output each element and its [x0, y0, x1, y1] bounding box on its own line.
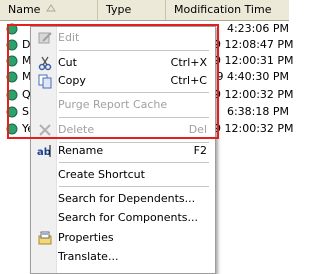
delete-x-icon — [39, 124, 51, 136]
rename-icon: ab — [37, 145, 51, 158]
menu-separator — [59, 117, 209, 118]
menu-item-delete[interactable]: Delete Del — [31, 119, 215, 141]
menu-item-translate[interactable]: Translate... — [31, 246, 215, 268]
menu-item-label: Copy — [58, 74, 86, 87]
menu-item-label: Edit — [58, 31, 80, 44]
list-item-time: 9 12:00:31 PM — [214, 54, 294, 67]
menu-item-label: Purge Report Cache — [58, 98, 168, 111]
report-object-icon — [6, 39, 18, 51]
context-menu: Edit Cut Ctrl+X Copy Ctrl+C Purge Report… — [30, 26, 216, 274]
report-object-icon — [6, 23, 18, 35]
svg-text:ab: ab — [37, 147, 51, 158]
menu-item-copy[interactable]: Copy Ctrl+C — [31, 70, 215, 92]
list-item-time: 9 4:40:30 PM — [216, 70, 289, 83]
edit-icon — [38, 32, 52, 44]
copy-icon — [38, 74, 52, 89]
menu-item-rename[interactable]: ab Rename F2 — [31, 140, 215, 162]
list-item-time: 9 12:00:32 PM — [214, 122, 294, 135]
list-item-time: 4:23:06 PM — [226, 22, 289, 35]
report-object-icon — [6, 106, 18, 118]
menu-separator — [59, 92, 209, 93]
menu-item-create-shortcut[interactable]: Create Shortcut — [31, 164, 215, 186]
menu-item-label: Create Shortcut — [58, 168, 145, 181]
column-header-modification-time[interactable]: Modification Time — [166, 0, 289, 20]
menu-item-label: Delete — [58, 123, 95, 136]
menu-item-edit[interactable]: Edit — [31, 27, 215, 49]
menu-item-search-for-components[interactable]: Search for Components... — [31, 207, 215, 229]
scissors-icon — [38, 56, 52, 71]
menu-separator — [59, 50, 209, 51]
properties-icon — [38, 231, 52, 245]
list-item-time: 9 12:00:32 PM — [214, 88, 294, 101]
menu-item-shortcut: Del — [188, 123, 207, 136]
report-object-icon — [6, 123, 18, 135]
menu-item-shortcut: Ctrl+C — [170, 74, 207, 87]
menu-item-label: Translate... — [58, 250, 119, 263]
column-header-type-label: Type — [106, 3, 132, 16]
column-header-name[interactable]: Name — [0, 0, 98, 20]
menu-item-shortcut: F2 — [193, 144, 207, 157]
menu-separator — [59, 162, 209, 163]
report-object-icon — [6, 89, 18, 101]
list-item-time: 9 12:08:47 PM — [214, 38, 294, 51]
menu-item-label: Search for Components... — [58, 211, 198, 224]
menu-separator — [59, 186, 209, 187]
report-object-icon — [6, 71, 18, 83]
column-header-type[interactable]: Type — [98, 0, 166, 20]
sort-ascending-icon — [46, 4, 56, 12]
report-object-icon — [6, 55, 18, 67]
list-header: Name Type Modification Time — [0, 0, 289, 21]
column-header-modification-time-label: Modification Time — [174, 3, 272, 16]
column-header-name-label: Name — [8, 3, 41, 16]
menu-item-label: Rename — [58, 144, 104, 157]
list-item-time: 6:38:18 PM — [226, 105, 289, 118]
menu-item-purge-report-cache[interactable]: Purge Report Cache — [31, 94, 215, 116]
